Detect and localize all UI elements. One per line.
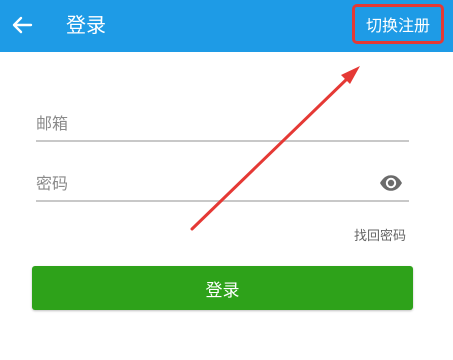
back-arrow-icon[interactable] bbox=[8, 11, 36, 39]
email-field bbox=[36, 108, 409, 142]
login-button[interactable]: 登录 bbox=[32, 266, 413, 310]
eye-icon[interactable] bbox=[379, 174, 403, 192]
email-input[interactable] bbox=[36, 110, 409, 136]
password-field bbox=[36, 168, 409, 202]
forgot-password-link[interactable]: 找回密码 bbox=[354, 228, 406, 246]
password-input[interactable] bbox=[36, 170, 409, 196]
page-title: 登录 bbox=[66, 13, 106, 37]
app-bar: 登录 切换注册 bbox=[0, 0, 453, 52]
switch-register-button[interactable]: 切换注册 bbox=[352, 4, 444, 44]
